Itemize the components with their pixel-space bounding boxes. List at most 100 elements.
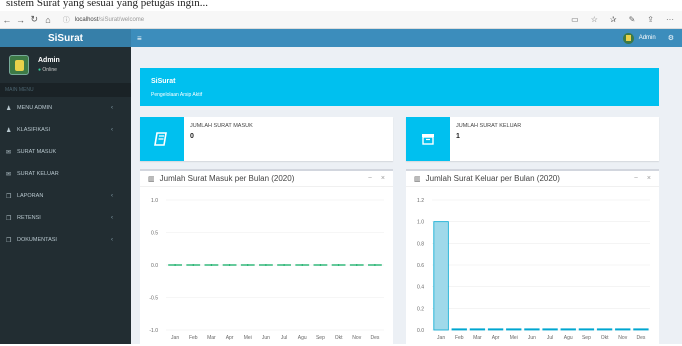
- x-tick-label: Nov: [352, 335, 361, 341]
- app-logo[interactable]: SiSurat: [0, 29, 131, 47]
- bar: [451, 328, 467, 331]
- x-tick-label: Sep: [316, 335, 325, 341]
- x-tick-label: Agu: [298, 335, 307, 341]
- sidebar-item-label: SURAT MASUK: [17, 149, 57, 155]
- x-tick-label: Okt: [335, 335, 343, 341]
- data-point: [192, 264, 195, 266]
- x-tick-label: Apr: [226, 335, 234, 341]
- sidebar-item-label: RETENSI: [17, 215, 41, 221]
- y-tick-label: 0.4: [417, 285, 424, 291]
- chart-box-surat-masuk: ▥ Jumlah Surat Masuk per Bulan (2020) − …: [140, 169, 393, 344]
- collapse-icon[interactable]: −: [634, 175, 638, 182]
- archive-icon: [406, 117, 450, 161]
- sidebar-item-dokumentasi[interactable]: ❐ DOKUMENTASI ‹: [0, 229, 131, 251]
- page-info-icon[interactable]: ⓘ: [63, 15, 70, 25]
- bookmark-star-icon[interactable]: ☆: [591, 15, 598, 24]
- callout-title: SiSurat: [151, 78, 176, 85]
- data-point: [319, 264, 322, 266]
- avatar: [622, 32, 634, 44]
- x-tick-label: Jun: [262, 335, 270, 341]
- reload-icon[interactable]: ↻: [27, 14, 41, 25]
- y-tick-label: -0.5: [149, 296, 158, 302]
- sidebar-item-surat-keluar[interactable]: ✉ SURAT KELUAR: [0, 163, 131, 185]
- bar: [524, 328, 540, 331]
- x-tick-label: Sep: [582, 335, 591, 341]
- x-tick-label: Feb: [455, 335, 464, 341]
- envelope-icon: ✉: [6, 149, 12, 156]
- bar-chart-icon: ▥: [148, 175, 155, 183]
- url-host: localhost: [74, 16, 99, 23]
- data-point: [374, 264, 376, 266]
- x-tick-label: Jun: [528, 335, 536, 341]
- collapse-icon[interactable]: −: [368, 175, 372, 182]
- sidebar-item-retensi[interactable]: ❐ RETENSI ‹: [0, 207, 131, 229]
- y-tick-label: 1.0: [151, 198, 158, 204]
- sidebar-item-laporan[interactable]: ❐ LAPORAN ‹: [0, 185, 131, 207]
- data-point: [355, 264, 358, 266]
- sidebar-item-surat-masuk[interactable]: ✉ SURAT MASUK: [0, 141, 131, 163]
- welcome-callout: SiSurat Pengelolaan Arsip Aktif: [140, 68, 659, 106]
- callout-subtitle: Pengelolaan Arsip Aktif: [151, 92, 203, 98]
- sidebar: SiSurat Admin ● Online MAIN MENU ♟ MENU …: [0, 29, 131, 344]
- sidebar-item-label: MENU ADMIN: [17, 105, 53, 111]
- chart-box-surat-keluar: ▥ Jumlah Surat Keluar per Bulan (2020) −…: [406, 169, 659, 344]
- x-tick-label: Mei: [510, 335, 518, 341]
- x-tick-label: Jan: [437, 335, 445, 341]
- x-tick-label: Okt: [601, 335, 609, 341]
- infobox-surat-masuk: JUMLAH SURAT MASUK 0: [140, 117, 393, 161]
- bar: [469, 328, 486, 331]
- chart-title: Jumlah Surat Keluar per Bulan (2020): [425, 174, 560, 183]
- x-tick-label: Feb: [189, 335, 198, 341]
- pen-icon[interactable]: ✎: [629, 15, 636, 24]
- sidebar-item-menu-admin[interactable]: ♟ MENU ADMIN ‹: [0, 97, 131, 119]
- share-icon[interactable]: ⇪: [647, 15, 654, 24]
- favorites-icon[interactable]: ✰: [610, 15, 617, 24]
- bar: [633, 328, 649, 331]
- user-icon: ♟: [6, 105, 12, 112]
- avatar: [9, 55, 29, 75]
- reader-icon[interactable]: ▭: [571, 15, 579, 24]
- data-point: [246, 264, 249, 266]
- user-status: ● Online: [38, 67, 60, 73]
- chart-title: Jumlah Surat Masuk per Bulan (2020): [159, 174, 295, 183]
- infobox-label: JUMLAH SURAT MASUK: [190, 123, 253, 129]
- close-icon[interactable]: ×: [647, 175, 651, 182]
- bar: [560, 328, 576, 331]
- back-icon[interactable]: ←: [0, 15, 14, 25]
- data-point: [337, 264, 340, 266]
- home-icon[interactable]: ⌂: [41, 15, 55, 25]
- bar: [487, 328, 504, 331]
- user-menu[interactable]: Admin ⚙: [622, 32, 674, 44]
- url-path: /siSurat/welcome: [98, 16, 145, 23]
- x-tick-label: Des: [370, 335, 379, 341]
- x-tick-label: Apr: [492, 335, 500, 341]
- x-tick-label: Des: [636, 335, 645, 341]
- x-tick-label: Mei: [244, 335, 252, 341]
- sidebar-item-label: KLASIFIKASI: [17, 127, 51, 133]
- close-icon[interactable]: ×: [381, 175, 385, 182]
- x-tick-label: Jan: [171, 335, 179, 341]
- address-bar[interactable]: ⓘ localhost /siSurat/welcome: [63, 14, 571, 26]
- settings-icon[interactable]: ⚙: [668, 34, 674, 42]
- sidebar-item-label: DOKUMENTASI: [17, 237, 57, 243]
- y-tick-label: 0.5: [151, 231, 158, 237]
- bar-chart-icon: ▥: [414, 175, 421, 183]
- x-tick-label: Jul: [281, 335, 287, 341]
- forward-icon[interactable]: →: [14, 15, 28, 25]
- chart-surat-masuk: 1.0 0.5 0.0 -0.5 -1.0 Jan Feb Mar Apr Mei Jun Jul Ag…: [149, 198, 384, 341]
- bar: [615, 328, 631, 331]
- bar: [506, 328, 522, 331]
- y-tick-label: 0.0: [151, 263, 158, 269]
- online-dot-icon: ●: [38, 67, 42, 73]
- menu-toggle-icon[interactable]: ≡: [137, 34, 142, 43]
- bar: [596, 328, 613, 331]
- top-navbar: ≡ Admin ⚙: [131, 29, 682, 47]
- infobox-surat-keluar: JUMLAH SURAT KELUAR 1: [406, 117, 659, 161]
- envelope-icon: ✉: [6, 171, 12, 178]
- chevron-left-icon: ‹: [111, 237, 113, 243]
- sidebar-item-klasifikasi[interactable]: ♟ KLASIFIKASI ‹: [0, 119, 131, 141]
- sidebar-item-label: SURAT KELUAR: [17, 171, 59, 177]
- more-icon[interactable]: ···: [666, 15, 674, 24]
- user-panel: Admin ● Online: [0, 47, 131, 83]
- book-icon: ❐: [6, 215, 12, 222]
